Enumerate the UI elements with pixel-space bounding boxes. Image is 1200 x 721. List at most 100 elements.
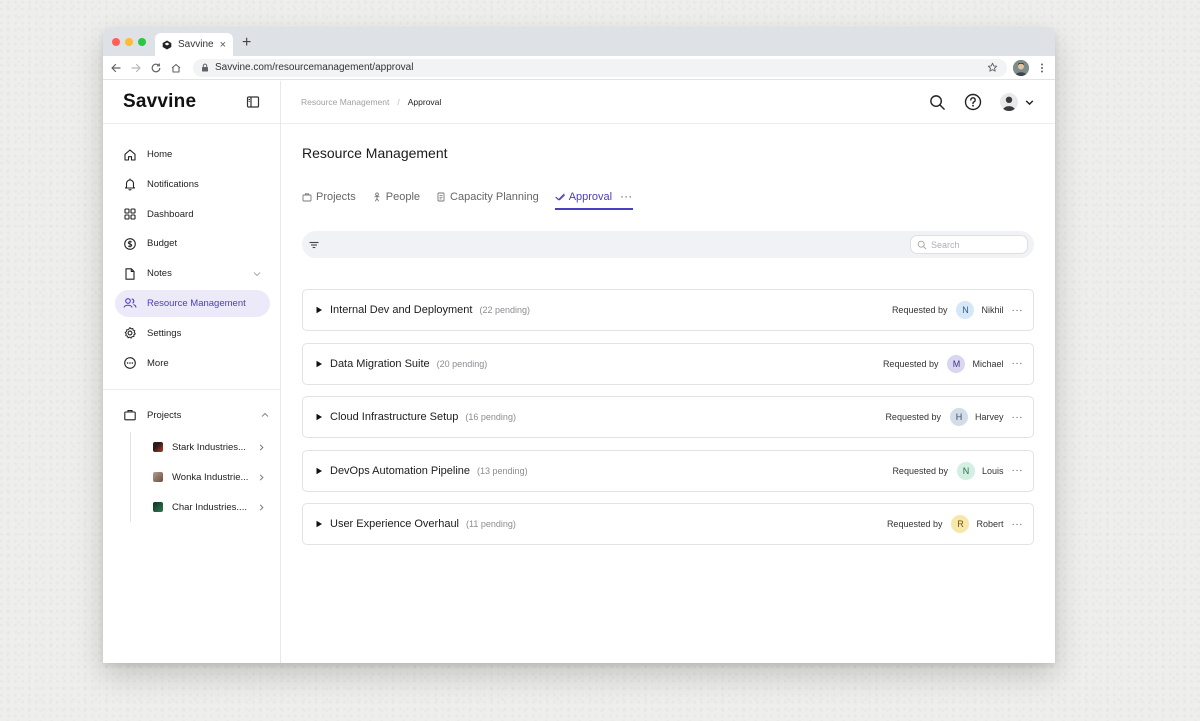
- project-item-char[interactable]: Char Industries....: [131, 492, 280, 522]
- requester-name: Harvey: [974, 412, 1004, 422]
- sidebar-item-home[interactable]: Home: [115, 141, 270, 168]
- projects-header[interactable]: Projects: [103, 404, 280, 426]
- caret-right-icon[interactable]: [315, 520, 323, 528]
- briefcase-icon: [302, 192, 312, 202]
- approval-row[interactable]: DevOps Automation Pipeline (13 pending) …: [302, 449, 1034, 492]
- project-item-stark[interactable]: Stark Industries...: [131, 432, 280, 462]
- row-title: DevOps Automation Pipeline: [330, 464, 471, 477]
- brand-row: Savvine: [103, 81, 280, 124]
- caret-right-icon[interactable]: [315, 360, 323, 368]
- sidebar-item-label: Dashboard: [147, 208, 194, 220]
- gear-icon: [123, 326, 137, 340]
- forward-icon[interactable]: [129, 61, 143, 75]
- sidebar-toggle-icon[interactable]: [246, 95, 260, 109]
- sidebar-item-settings[interactable]: Settings: [115, 320, 270, 347]
- favicon-icon: [162, 40, 172, 50]
- dollar-icon: [123, 237, 137, 251]
- sidebar-item-resource-management[interactable]: Resource Management: [115, 289, 270, 317]
- project-name: Wonka Industrie...: [172, 471, 248, 483]
- page-title: Resource Management: [302, 145, 448, 161]
- check-icon: [555, 192, 565, 202]
- url-text: Savvine.com/resourcemanagement/approval: [215, 62, 414, 73]
- requester-avatar: R: [951, 515, 970, 533]
- minimize-window-button[interactable]: [125, 38, 133, 46]
- maximize-window-button[interactable]: [138, 38, 146, 46]
- user-menu[interactable]: [1000, 93, 1035, 111]
- sidebar-item-label: More: [147, 357, 169, 369]
- sidebar-item-notifications[interactable]: Notifications: [115, 171, 270, 198]
- requester-avatar: N: [956, 461, 975, 480]
- bookmark-star-icon[interactable]: [985, 61, 999, 75]
- browser-profile-avatar[interactable]: [1013, 59, 1029, 76]
- requester-name: Michael: [972, 358, 1004, 369]
- tab-more-icon[interactable]: ···: [620, 191, 633, 203]
- caret-right-icon[interactable]: [315, 306, 323, 314]
- tab-approval[interactable]: Approval ···: [554, 188, 633, 210]
- project-name: Char Industries....: [172, 501, 247, 513]
- dashboard-icon: [123, 207, 137, 221]
- tab-label: Capacity Planning: [450, 191, 539, 203]
- browser-tab[interactable]: Savvine ×: [155, 33, 233, 56]
- chevron-down-icon[interactable]: [252, 269, 262, 279]
- filter-icon[interactable]: [308, 239, 320, 251]
- browser-window: Savvine × + Savvine.com/resourcemanageme…: [103, 28, 1055, 663]
- tab-people[interactable]: People: [372, 188, 420, 206]
- row-more-icon[interactable]: ···: [1012, 412, 1024, 423]
- view-tabs: Projects People Capacity Planning Approv…: [302, 188, 633, 210]
- close-tab-icon[interactable]: ×: [220, 39, 226, 51]
- top-bar: Resource Management / Approval: [281, 81, 1055, 124]
- row-more-icon[interactable]: ···: [1012, 305, 1024, 316]
- tab-capacity-planning[interactable]: Capacity Planning: [436, 188, 539, 206]
- sidebar-item-more[interactable]: More: [115, 350, 270, 377]
- project-name: Stark Industries...: [172, 441, 246, 453]
- row-more-icon[interactable]: ···: [1012, 519, 1024, 530]
- chevron-down-icon: [1024, 97, 1035, 108]
- chevron-right-icon: [257, 503, 266, 512]
- user-avatar: [1000, 93, 1018, 111]
- home-browser-icon[interactable]: [169, 61, 183, 75]
- project-avatar: [153, 442, 163, 453]
- help-icon[interactable]: [964, 93, 982, 111]
- row-more-icon[interactable]: ···: [1012, 465, 1024, 476]
- caret-right-icon[interactable]: [315, 413, 323, 421]
- row-more-icon[interactable]: ···: [1012, 358, 1024, 369]
- new-tab-button[interactable]: +: [242, 34, 251, 52]
- sidebar-item-budget[interactable]: Budget: [115, 230, 270, 257]
- tab-projects[interactable]: Projects: [302, 188, 356, 206]
- sidebar-item-label: Resource Management: [147, 297, 246, 309]
- approval-row[interactable]: Data Migration Suite (20 pending) Reques…: [302, 342, 1034, 385]
- lock-icon: [201, 63, 209, 72]
- sidebar-item-notes[interactable]: Notes: [115, 260, 270, 287]
- approval-row[interactable]: Internal Dev and Deployment (22 pending)…: [302, 289, 1034, 331]
- breadcrumb-resource-management[interactable]: Resource Management: [301, 97, 389, 107]
- chevron-right-icon: [257, 443, 266, 452]
- projects-tree: Stark Industries... Wonka Industrie... C…: [130, 432, 280, 523]
- tab-label: Approval: [568, 191, 613, 203]
- close-window-button[interactable]: [112, 38, 120, 46]
- row-pending-count: (22 pending): [479, 305, 531, 315]
- requester-avatar: H: [949, 408, 968, 426]
- project-avatar: [153, 502, 163, 513]
- sidebar-nav: Home Notifications Dashboard Budget Note…: [103, 124, 280, 391]
- reload-icon[interactable]: [149, 61, 163, 75]
- projects-section: Projects Stark Industries... Wonka Indus…: [103, 390, 280, 523]
- more-circle-icon: [123, 356, 137, 370]
- search-input[interactable]: [931, 239, 1021, 250]
- back-icon[interactable]: [109, 61, 123, 75]
- sidebar-item-dashboard[interactable]: Dashboard: [115, 201, 270, 228]
- project-item-wonka[interactable]: Wonka Industrie...: [131, 462, 280, 492]
- tab-label: People: [385, 191, 421, 203]
- search-icon: [917, 240, 927, 250]
- brand-logo: Savvine: [123, 91, 197, 112]
- filter-bar: [302, 231, 1034, 258]
- address-bar[interactable]: Savvine.com/resourcemanagement/approval: [193, 58, 1007, 77]
- approval-row[interactable]: Cloud Infrastructure Setup (16 pending) …: [302, 396, 1034, 438]
- breadcrumb: Resource Management / Approval: [301, 97, 928, 107]
- chevron-up-icon[interactable]: [260, 410, 270, 420]
- search-icon[interactable]: [928, 93, 946, 111]
- approval-row[interactable]: User Experience Overhaul (11 pending) Re…: [302, 503, 1034, 545]
- browser-menu-icon[interactable]: [1035, 61, 1049, 75]
- caret-right-icon[interactable]: [315, 467, 323, 475]
- document-icon: [436, 192, 446, 202]
- search-box[interactable]: [910, 235, 1028, 254]
